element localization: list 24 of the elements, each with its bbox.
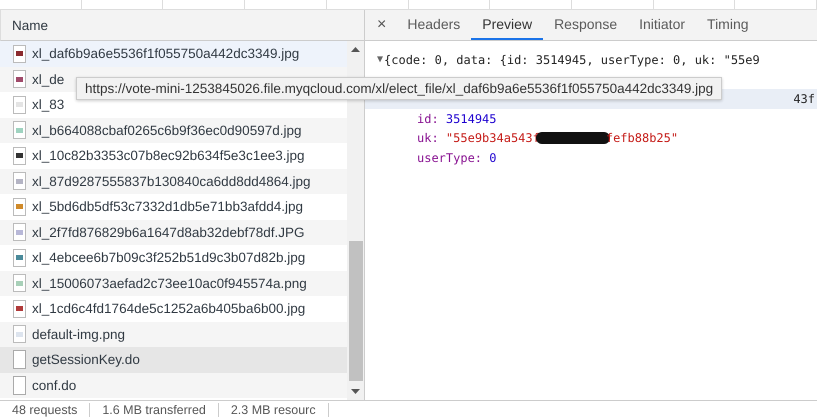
file-name: xl_10c82b3353c07b8ec92b634f5e3c1ee3.jpg (32, 148, 304, 164)
file-name: default-img.png (32, 326, 126, 342)
file-name: xl_daf6b9a6e5536f1f055750a442dc3349.jpg (32, 46, 300, 62)
url-tooltip: https://vote-mini-1253845026.file.myqcloud.com/xl/elect_file/xl_daf6b9a6e5536f1f055750a442dc3349.jpg (76, 77, 722, 100)
file-name: xl_1cd6c4fd1764de5c1252a6b405ba6b00.jpg (32, 301, 306, 316)
status-text: 1.6 MB transferred (90, 402, 219, 416)
json-summary: {code: 0, data: {id: 3514945, userType: 0, uk: "55e9 (384, 52, 760, 67)
file-name: conf.do (32, 378, 76, 393)
file-name: getSessionKey.do (32, 352, 140, 368)
json-value: 0 (489, 150, 496, 165)
status-text: 2.3 MB resourc (218, 402, 329, 416)
status-text: 48 requests (0, 402, 90, 416)
file-name: xl_87d9287555837b130840ca6dd8dd4864.jpg (32, 174, 311, 189)
json-key: id: (417, 112, 439, 126)
file-name: xl_2f7fd876829b6a1647d8ab32debf78df.JPG (32, 224, 304, 240)
file-name: xl_5bd6db5df53c7332d1db5e71bb3afdd4.jpg (32, 199, 304, 214)
file-name: xl_83 (32, 97, 64, 112)
file-name: xl_4ebcee6b7b09c3f252b51d9c3b07d82b.jpg (32, 250, 306, 266)
file-name: xl_de (32, 72, 64, 87)
json-value: 3514945 (446, 112, 496, 126)
json-key: uk: (417, 131, 439, 146)
json-key: userType: (417, 150, 482, 165)
file-name: xl_15006073aefad2c73ee10ac0f945574a.png (32, 276, 307, 291)
file-name: xl_b664088cbaf0265c6b9f36ec0d90597d.jpg (32, 122, 302, 138)
